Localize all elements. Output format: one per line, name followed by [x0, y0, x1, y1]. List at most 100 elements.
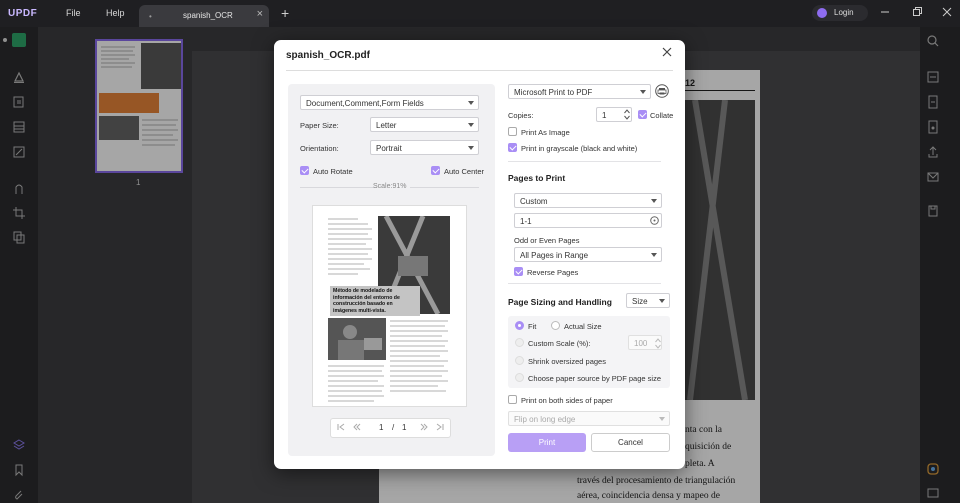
odd-even-label: Odd or Even Pages — [514, 236, 580, 245]
chevron-down-icon — [468, 146, 474, 150]
paper-source-radio[interactable] — [515, 373, 524, 382]
scale-label: Scale:91% — [373, 183, 407, 190]
odd-even-select[interactable]: All Pages in Range — [514, 247, 662, 262]
auto-rotate-label: Auto Rotate — [313, 167, 353, 176]
paper-size-select[interactable]: Letter — [370, 117, 479, 132]
auto-center-label: Auto Center — [444, 167, 485, 176]
printer-select[interactable]: Microsoft Print to PDF — [508, 84, 651, 99]
flip-select[interactable]: Flip on long edge — [508, 411, 670, 426]
scale-divider-left — [300, 187, 377, 188]
dialog-title: spanish_OCR.pdf — [286, 50, 370, 61]
preview-heading-box: Método de modelado de información del en… — [330, 286, 420, 316]
sizing-select-value: Size — [632, 297, 648, 306]
section-divider — [508, 161, 661, 162]
actual-size-radio[interactable] — [551, 321, 560, 330]
copies-stepper-icon[interactable] — [624, 108, 630, 121]
user-avatar-icon — [817, 8, 827, 18]
orientation-select[interactable]: Portrait — [370, 140, 479, 155]
both-sides-label: Print on both sides of paper — [521, 396, 613, 405]
section-divider — [508, 283, 661, 284]
login-button[interactable]: Login — [812, 5, 868, 21]
auto-center-checkbox[interactable] — [431, 166, 440, 175]
page-sizing-title: Page Sizing and Handling — [508, 297, 612, 307]
new-tab-button[interactable]: + — [281, 5, 289, 21]
auto-rotate-checkbox[interactable] — [300, 166, 309, 175]
dialog-close-icon[interactable] — [662, 47, 672, 57]
chevron-down-icon — [640, 90, 646, 94]
page-range-value: 1-1 — [520, 217, 532, 226]
grayscale-checkbox[interactable] — [508, 143, 517, 152]
preview-text-block — [328, 216, 378, 276]
tab-modified-dot: • — [149, 12, 152, 21]
chevron-down-icon — [659, 417, 665, 421]
print-button[interactable]: Print — [508, 433, 586, 452]
menu-file[interactable]: File — [66, 8, 81, 18]
page-range-input[interactable]: 1-1 — [514, 213, 662, 228]
content-select-value: Document,Comment,Form Fields — [306, 99, 424, 108]
document-tab[interactable]: • spanish_OCR × — [139, 5, 269, 27]
scale-divider-right — [410, 187, 479, 188]
copies-label: Copies: — [508, 111, 534, 120]
preview-pane: Document,Comment,Form Fields Paper Size:… — [288, 84, 495, 456]
previous-page-icon[interactable] — [353, 423, 361, 431]
total-pages: 1 — [402, 423, 407, 432]
preview-heading-line: construcción basado en — [333, 301, 393, 307]
first-page-icon[interactable] — [337, 423, 345, 431]
preview-text-block-2 — [390, 318, 452, 398]
last-page-icon[interactable] — [436, 423, 444, 431]
dialog-header-divider — [286, 70, 673, 71]
printer-properties-icon[interactable] — [655, 84, 669, 98]
pages-to-print-title: Pages to Print — [508, 173, 566, 183]
page-range-select[interactable]: Custom — [514, 193, 662, 208]
print-as-image-checkbox[interactable] — [508, 127, 517, 136]
preview-heading: Método de modelado de información del en… — [333, 288, 400, 314]
print-as-image-label: Print As Image — [521, 128, 570, 137]
page-separator: / — [392, 423, 395, 432]
custom-scale-stepper-icon[interactable] — [655, 337, 661, 350]
sizing-select[interactable]: Size — [626, 293, 670, 308]
copies-value: 1 — [602, 111, 607, 120]
print-dialog: spanish_OCR.pdf Document,Comment,Form Fi… — [274, 40, 685, 469]
actual-size-label: Actual Size — [564, 322, 602, 331]
shrink-radio[interactable] — [515, 356, 524, 365]
reverse-pages-label: Reverse Pages — [527, 268, 579, 277]
custom-scale-radio[interactable] — [515, 338, 524, 347]
paper-source-label: Choose paper source by PDF page size — [528, 374, 661, 383]
close-window-icon[interactable] — [942, 7, 952, 17]
menu-help[interactable]: Help — [106, 8, 125, 18]
next-page-icon[interactable] — [420, 423, 428, 431]
preview-text-block-3 — [328, 363, 388, 405]
both-sides-checkbox[interactable] — [508, 395, 517, 404]
preview-photo-bottom — [328, 318, 386, 360]
chevron-down-icon — [659, 299, 665, 303]
cancel-button[interactable]: Cancel — [591, 433, 670, 452]
reverse-pages-checkbox[interactable] — [514, 267, 523, 276]
chevron-down-icon — [651, 199, 657, 203]
orientation-value: Portrait — [376, 144, 402, 153]
current-page[interactable]: 1 — [379, 423, 383, 432]
chevron-down-icon — [468, 101, 474, 105]
flip-value: Flip on long edge — [514, 415, 576, 424]
restore-icon[interactable] — [912, 7, 922, 17]
preview-heading-line: Método de modelado de — [333, 288, 393, 294]
tab-close-icon[interactable]: × — [257, 8, 263, 20]
tab-title: spanish_OCR — [183, 11, 233, 20]
fit-label: Fit — [528, 322, 537, 331]
minimize-icon[interactable] — [880, 7, 890, 17]
preview-heading-line: imágenes multi-vista. — [333, 307, 386, 314]
collate-checkbox[interactable] — [638, 110, 647, 119]
paper-size-label: Paper Size: — [300, 121, 339, 130]
chevron-down-icon — [468, 123, 474, 127]
grayscale-label: Print in grayscale (black and white) — [521, 144, 638, 153]
help-icon[interactable] — [650, 216, 659, 225]
print-preview-page: Método de modelado de información del en… — [312, 205, 467, 407]
shrink-label: Shrink oversized pages — [528, 357, 606, 366]
fit-radio[interactable] — [515, 321, 524, 330]
paper-size-value: Letter — [376, 121, 397, 130]
collate-label: Collate — [650, 111, 674, 120]
content-select[interactable]: Document,Comment,Form Fields — [300, 95, 479, 110]
custom-scale-value: 100 — [634, 339, 648, 348]
odd-even-value: All Pages in Range — [520, 251, 589, 260]
custom-scale-label: Custom Scale (%): — [528, 339, 591, 348]
printer-value: Microsoft Print to PDF — [514, 88, 593, 97]
